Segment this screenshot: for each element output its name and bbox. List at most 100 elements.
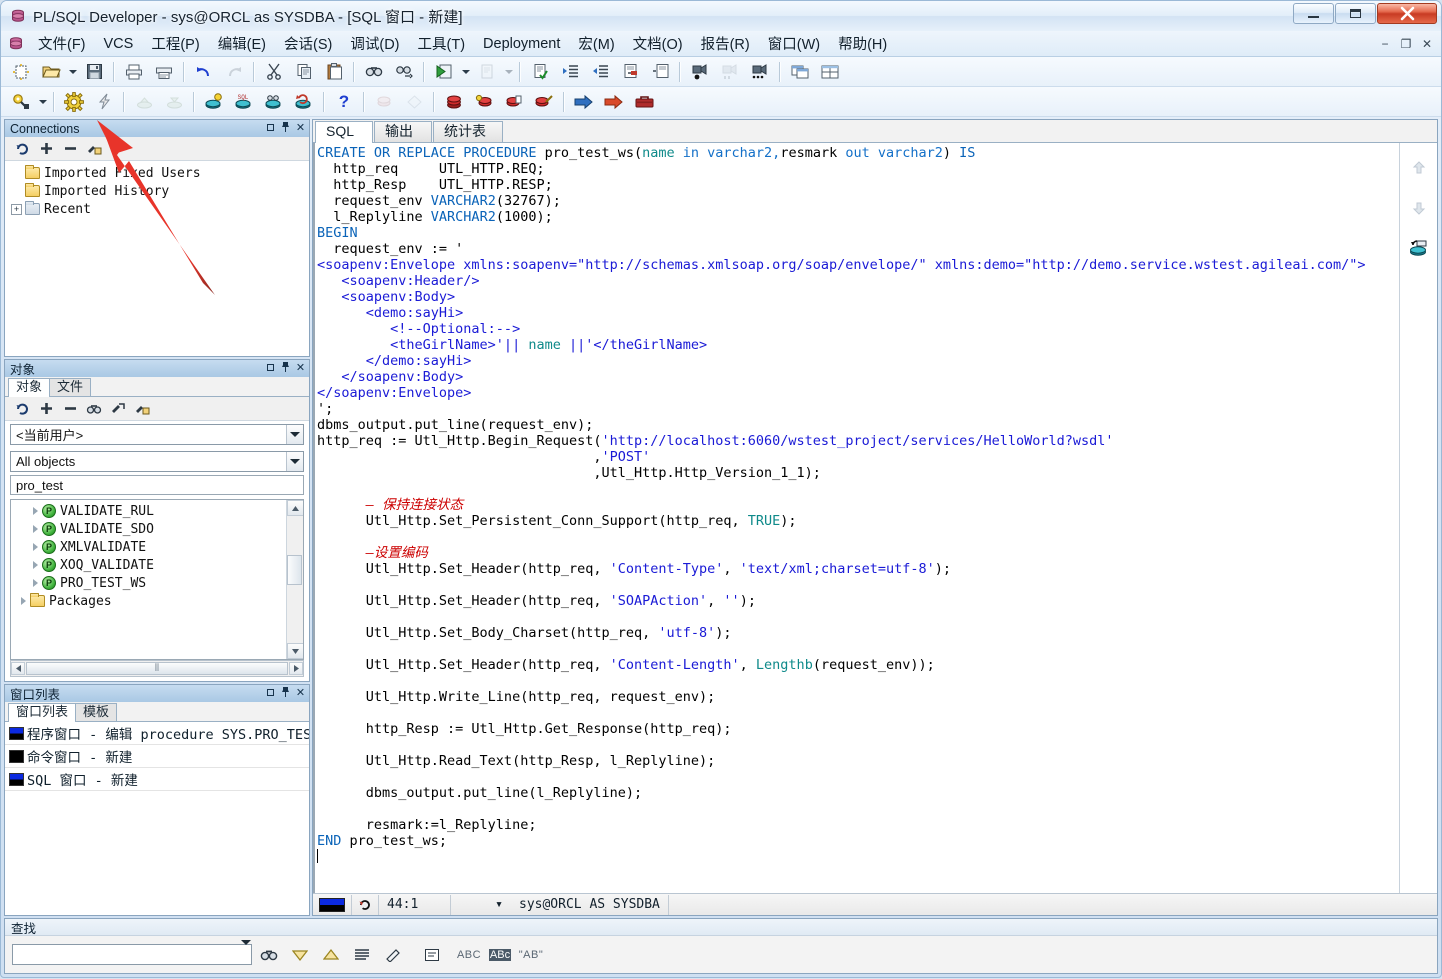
find-next-icon[interactable]	[389, 59, 419, 85]
tree-node[interactable]: Imported Fixed Users	[5, 164, 309, 182]
new-icon[interactable]	[6, 59, 36, 85]
app-menu-icon[interactable]	[7, 35, 25, 53]
list-item[interactable]: P VALIDATE_RUL	[11, 502, 286, 520]
window-list-pin-icon[interactable]	[280, 686, 291, 701]
match-case-on-icon[interactable]: ABc	[486, 943, 514, 967]
objects-pin-icon[interactable]	[280, 361, 291, 376]
sql-editor[interactable]: CREATE OR REPLACE PROCEDURE pro_test_ws(…	[313, 143, 1399, 893]
session-caret-icon[interactable]: ▾	[451, 895, 511, 915]
save-icon[interactable]	[79, 59, 109, 85]
find-icon[interactable]	[359, 59, 389, 85]
menu-tools[interactable]: 工具(T)	[409, 31, 475, 56]
gear-settings-icon[interactable]	[59, 89, 89, 115]
expand-triangle-icon[interactable]	[33, 579, 38, 587]
scrollbar-thumb[interactable]	[287, 555, 302, 585]
list-item[interactable]: SQL 窗口 - 新建	[5, 768, 309, 791]
expand-triangle-icon[interactable]	[33, 507, 38, 515]
db-refresh-icon[interactable]	[289, 89, 319, 115]
find-all-icon[interactable]	[348, 943, 376, 967]
comment-icon[interactable]	[615, 59, 645, 85]
edit-user-icon[interactable]	[83, 139, 105, 159]
db-bulb-icon[interactable]	[199, 89, 229, 115]
find-binoculars-icon[interactable]	[255, 943, 283, 967]
indent-icon[interactable]	[555, 59, 585, 85]
match-case-off-icon[interactable]: ABC	[455, 943, 483, 967]
help-question-icon[interactable]: ?	[329, 89, 359, 115]
open-dropdown-caret[interactable]	[66, 59, 79, 85]
add-icon[interactable]	[35, 139, 57, 159]
chevron-down-icon[interactable]	[286, 452, 303, 471]
menu-report[interactable]: 报告(R)	[692, 31, 759, 56]
find-down-icon[interactable]	[286, 943, 314, 967]
scroll-down-button[interactable]	[286, 643, 303, 659]
menu-document[interactable]: 文档(O)	[624, 31, 692, 56]
lightning-icon[interactable]	[89, 89, 119, 115]
window-cascade-icon[interactable]	[785, 59, 815, 85]
outdent-icon[interactable]	[585, 59, 615, 85]
print-icon[interactable]	[119, 59, 149, 85]
tab-files[interactable]: 文件	[49, 378, 92, 396]
tab-sql[interactable]: SQL	[315, 121, 373, 143]
refresh-icon[interactable]	[11, 139, 33, 159]
toolbox-icon[interactable]	[629, 89, 659, 115]
tab-statistics[interactable]: 统计表	[433, 121, 503, 142]
tab-window-list[interactable]: 窗口列表	[8, 703, 77, 722]
db-refresh-icon[interactable]	[1408, 237, 1430, 259]
tab-templates[interactable]: 模板	[75, 703, 118, 721]
object-type-combo[interactable]: All objects	[10, 451, 304, 472]
scroll-right-button[interactable]	[289, 662, 303, 675]
menu-edit[interactable]: 编辑(E)	[209, 31, 275, 56]
open-folder-icon[interactable]	[36, 59, 66, 85]
list-item[interactable]: P VALIDATE_SDO	[11, 520, 286, 538]
menu-vcs[interactable]: VCS	[95, 34, 143, 54]
tab-output[interactable]: 输出	[374, 121, 432, 142]
objects-close-icon[interactable]: ✕	[295, 363, 306, 374]
scroll-up-button[interactable]	[286, 500, 303, 516]
db-find-icon[interactable]	[259, 89, 289, 115]
object-search-input[interactable]: pro_test	[10, 475, 304, 495]
maximize-button[interactable]	[1335, 3, 1376, 24]
whole-word-icon[interactable]: "AB"	[517, 943, 545, 967]
list-item[interactable]: Packages	[11, 592, 286, 610]
search-key-icon[interactable]	[6, 89, 36, 115]
red-brush-icon[interactable]	[529, 89, 559, 115]
tree-node[interactable]: Imported History	[5, 182, 309, 200]
expand-triangle-icon[interactable]	[33, 561, 38, 569]
list-item[interactable]: 命令窗口 - 新建	[5, 745, 309, 768]
mdi-minimize-button[interactable]: −	[1375, 35, 1395, 53]
connections-maximize-icon[interactable]	[265, 123, 276, 134]
hscrollbar-thumb[interactable]: ⦀	[26, 662, 288, 675]
list-item[interactable]: 程序窗口 - 编辑 procedure SYS.PRO_TES	[5, 722, 309, 745]
blue-arrow-icon[interactable]	[569, 89, 599, 115]
find-in-list-icon[interactable]	[418, 943, 446, 967]
minimize-button[interactable]	[1293, 3, 1334, 24]
object-list-scrollbar[interactable]	[286, 500, 303, 659]
object-list[interactable]: P VALIDATE_RUL P VALIDATE_SDO P XMLVALID…	[10, 499, 304, 660]
cut-icon[interactable]	[259, 59, 289, 85]
window-list-maximize-icon[interactable]	[265, 688, 276, 699]
mdi-restore-button[interactable]: ❐	[1396, 35, 1416, 53]
red-arrow-icon[interactable]	[599, 89, 629, 115]
window-list-close-icon[interactable]: ✕	[295, 688, 306, 699]
undo-icon[interactable]	[189, 59, 219, 85]
mdi-close-button[interactable]: ✕	[1417, 35, 1437, 53]
menu-window[interactable]: 窗口(W)	[759, 31, 829, 56]
menu-help[interactable]: 帮助(H)	[829, 31, 896, 56]
find-icon[interactable]	[83, 399, 105, 419]
object-list-hscrollbar[interactable]: ⦀	[10, 660, 304, 677]
add-icon[interactable]	[35, 399, 57, 419]
remove-icon[interactable]	[59, 399, 81, 419]
breakpoint-record-icon[interactable]	[685, 59, 715, 85]
refresh-icon[interactable]	[11, 399, 33, 419]
scroll-left-button[interactable]	[11, 662, 25, 675]
owner-combo[interactable]: <当前用户>	[10, 424, 304, 445]
menu-session[interactable]: 会话(S)	[275, 31, 341, 56]
filter-icon[interactable]	[107, 399, 129, 419]
remove-icon[interactable]	[59, 139, 81, 159]
expand-triangle-icon[interactable]	[21, 597, 26, 605]
clear-highlight-icon[interactable]	[379, 943, 407, 967]
search-dropdown-caret[interactable]	[36, 89, 49, 115]
objects-maximize-icon[interactable]	[265, 363, 276, 374]
list-item[interactable]: P XMLVALIDATE	[11, 538, 286, 556]
execute-green-icon[interactable]	[429, 59, 459, 85]
